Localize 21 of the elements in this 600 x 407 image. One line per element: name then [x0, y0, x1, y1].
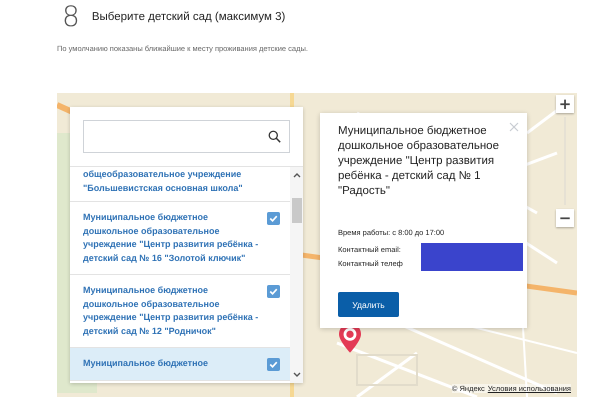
search-icon: [268, 130, 281, 143]
scroll-up-icon[interactable]: [292, 173, 300, 178]
kindergarten-name: общеобразовательное учреждение "Большевистская основная школа": [83, 168, 244, 194]
delete-button[interactable]: Удалить: [338, 292, 399, 317]
zoom-in-button[interactable]: +: [556, 95, 574, 113]
kindergarten-name: Муниципальное бюджетное: [83, 357, 210, 370]
zoom-out-button[interactable]: −: [556, 209, 574, 227]
step-title: Выберите детский сад (максимум 3): [92, 11, 286, 23]
scrollbar-thumb[interactable]: [292, 198, 302, 223]
checkbox-checked-icon[interactable]: [267, 212, 280, 225]
checkbox-checked-icon[interactable]: [267, 285, 280, 298]
step-number: 8: [62, 2, 80, 32]
list-item[interactable]: Муниципальное бюджетное: [70, 348, 290, 381]
close-icon[interactable]: [509, 122, 519, 132]
kindergarten-name: Муниципальное бюджетное дошкольное образовательное учреждение "Центр развития ребёнка - детский сад № 16 "Золотой ключик": [83, 211, 260, 265]
scroll-down-icon[interactable]: [292, 372, 300, 377]
kindergarten-name: Муниципальное бюджетное дошкольное образовательное учреждение "Центр развития ребёнка - детский сад № 12 "Родничок": [83, 284, 260, 338]
search-field[interactable]: [83, 120, 290, 153]
scrollbar[interactable]: [290, 167, 303, 383]
checkbox-checked-icon[interactable]: [267, 358, 280, 371]
popup-title: Муниципальное бюджетное дошкольное образовательное учреждение "Центр развития ребёнка - детский сад № 1 "Радость": [338, 124, 500, 199]
